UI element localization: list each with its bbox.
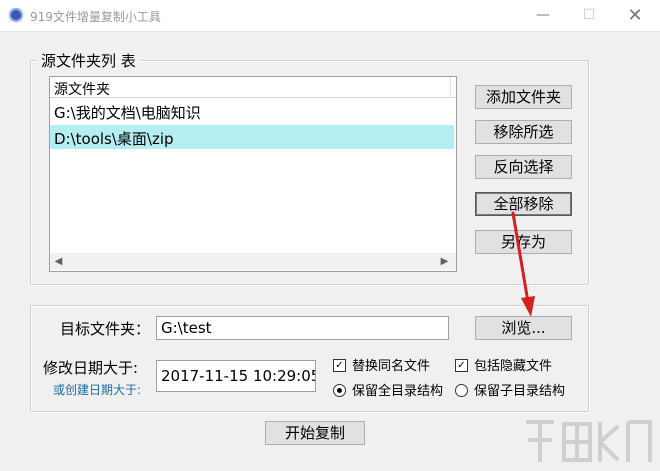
annotation-arrow-icon — [511, 211, 535, 317]
watermark-logo-icon — [526, 420, 652, 462]
